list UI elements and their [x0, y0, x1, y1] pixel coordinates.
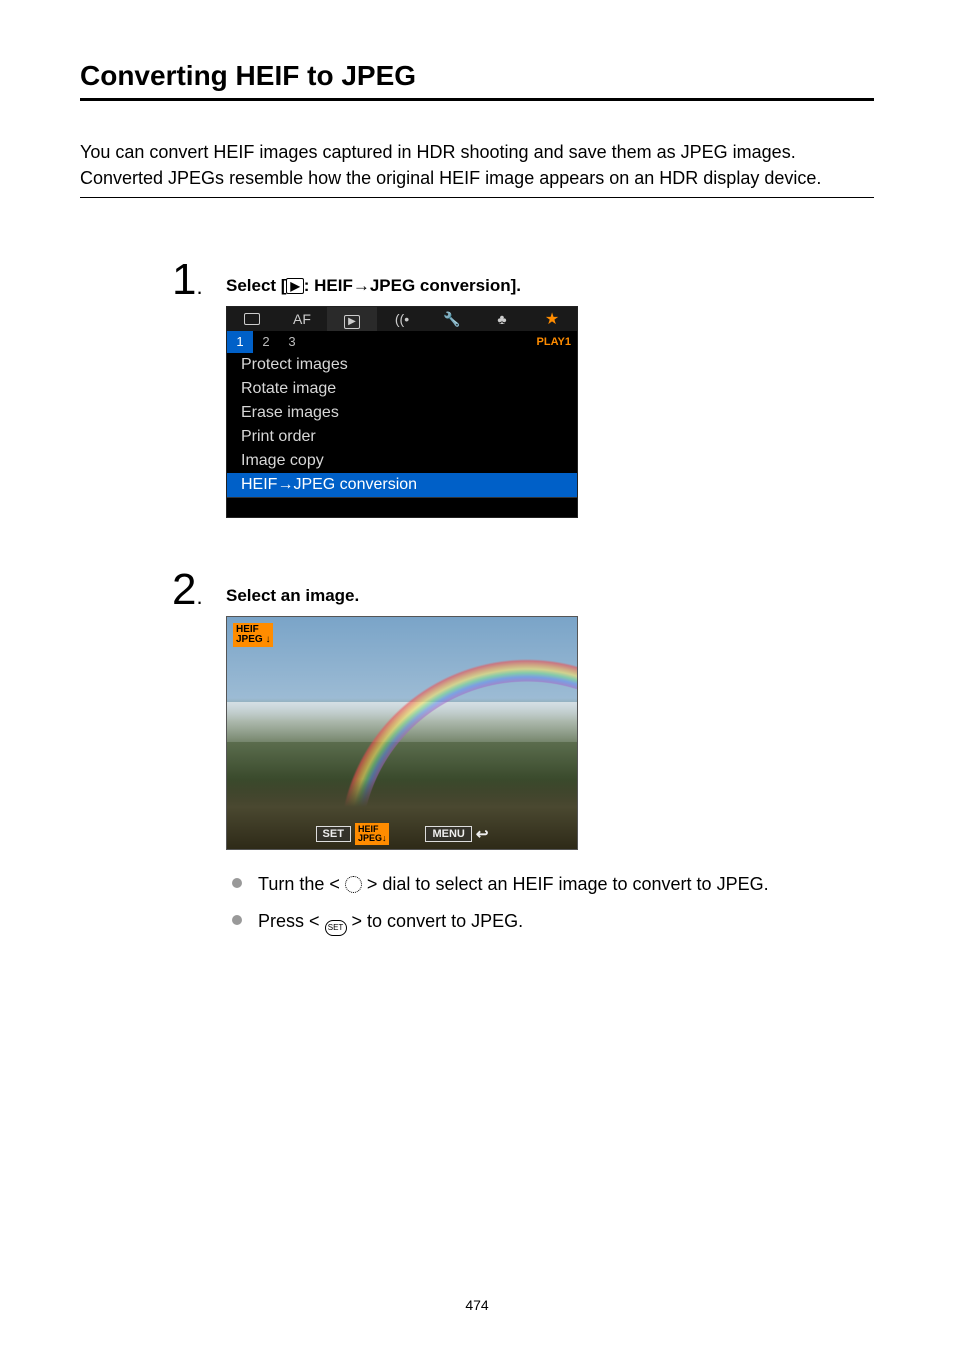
- return-icon: ↩: [476, 825, 489, 843]
- preview-set-button: SET HEIFJPEG↓: [316, 823, 390, 845]
- page-title: Converting HEIF to JPEG: [80, 60, 874, 92]
- subtab-1: 1: [227, 331, 253, 353]
- title-rule: [80, 98, 874, 101]
- step-2: 2. Select an image. HEIFJPEG ↓ SET HEIFJ…: [172, 568, 874, 944]
- tab-mymenu-icon: ★: [527, 307, 577, 332]
- tab-af: AF: [277, 307, 327, 331]
- camera-menu-items: Protect images Rotate image Erase images…: [227, 353, 577, 497]
- menu-item-image-copy: Image copy: [227, 449, 577, 473]
- menu-page-label: PLAY1: [537, 336, 571, 348]
- intro-paragraph: You can convert HEIF images captured in …: [80, 139, 874, 191]
- step-1-number: 1.: [172, 258, 226, 302]
- step-1-heading: Select [▶: HEIF→JPEG conversion].: [226, 276, 874, 296]
- page-number: 474: [0, 1297, 954, 1313]
- camera-menu-subtabs: 1 2 3 PLAY1: [227, 331, 577, 353]
- subtab-3: 3: [279, 331, 305, 353]
- tab-custom-icon: ♣: [477, 307, 527, 331]
- preview-bottom-bar: SET HEIFJPEG↓ MENU ↩: [227, 823, 577, 849]
- menu-item-print-order: Print order: [227, 425, 577, 449]
- tab-setup-icon: 🔧: [427, 307, 477, 331]
- step-2-bullet-2: Press < SET > to convert to JPEG.: [254, 907, 874, 936]
- playback-icon: ▶: [286, 278, 303, 294]
- intro-rule: [80, 197, 874, 198]
- tab-shoot-icon: [227, 307, 277, 332]
- heif-jpeg-badge: HEIFJPEG ↓: [233, 623, 273, 647]
- camera-menu-top-tabs: AF ▶ ((• 🔧 ♣ ★: [227, 307, 577, 331]
- step-1: 1. Select [▶: HEIF→JPEG conversion]. AF …: [172, 258, 874, 518]
- image-preview-screenshot: HEIFJPEG ↓ SET HEIFJPEG↓ MENU ↩: [226, 616, 578, 850]
- quick-control-dial-icon: [345, 876, 362, 893]
- tab-playback-icon: ▶: [327, 307, 377, 331]
- set-button-icon: SET: [325, 920, 347, 936]
- menu-item-heif-jpeg-conversion: HEIF→JPEG conversion: [227, 473, 577, 497]
- tab-wireless-icon: ((•: [377, 307, 427, 331]
- menu-item-protect-images: Protect images: [227, 353, 577, 377]
- step-2-heading: Select an image.: [226, 586, 874, 606]
- camera-menu-padding: [227, 497, 577, 517]
- menu-item-rotate-image: Rotate image: [227, 377, 577, 401]
- step-2-number: 2.: [172, 568, 226, 612]
- camera-menu-screenshot: AF ▶ ((• 🔧 ♣ ★ 1 2 3 PLAY1 Protect: [226, 306, 578, 518]
- preview-menu-button: MENU ↩: [425, 823, 488, 845]
- menu-item-erase-images: Erase images: [227, 401, 577, 425]
- step-2-bullet-1: Turn the < > dial to select an HEIF imag…: [254, 870, 874, 899]
- subtab-2: 2: [253, 331, 279, 353]
